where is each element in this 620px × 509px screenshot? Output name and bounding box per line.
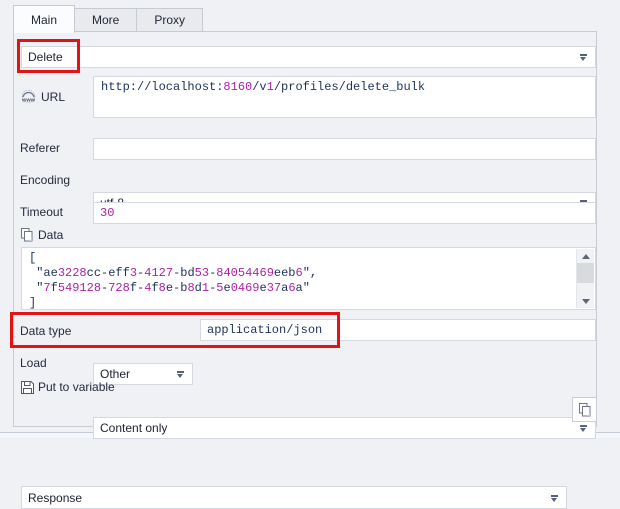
tab-main-label: Main — [31, 13, 57, 27]
tab-more-label: More — [92, 13, 119, 27]
data-content: [ "ae3228cc-eff3-4127-bd53-84054469eeb6"… — [29, 251, 317, 311]
tab-more[interactable]: More — [75, 8, 137, 32]
mime-type-value: application/json — [207, 323, 322, 337]
put-to-variable-dropdown[interactable]: Response — [21, 486, 567, 509]
scrollbar-thumb[interactable] — [577, 263, 594, 283]
scroll-down-button[interactable] — [577, 294, 594, 308]
copy-pages-icon — [578, 403, 592, 417]
data-scrollbar[interactable] — [576, 249, 594, 308]
mime-type-input[interactable]: application/json — [200, 319, 596, 341]
data-type-label: Data type — [20, 324, 71, 338]
tab-bar: Main More Proxy — [13, 5, 203, 32]
load-dropdown[interactable]: Content only — [93, 417, 596, 439]
scroll-up-button[interactable] — [577, 249, 594, 263]
globe-www-icon: www — [20, 89, 37, 105]
put-to-variable-label-text: Put to variable — [38, 380, 115, 394]
data-label-text: Data — [38, 228, 63, 242]
tab-proxy[interactable]: Proxy — [137, 8, 203, 32]
data-textarea[interactable]: [ "ae3228cc-eff3-4127-bd53-84054469eeb6"… — [21, 247, 596, 310]
load-label: Load — [20, 356, 47, 370]
caret-down-icon — [176, 371, 185, 378]
triangle-down-icon — [582, 299, 590, 304]
copy-pages-icon — [20, 228, 34, 242]
timeout-label: Timeout — [20, 205, 63, 219]
referer-label: Referer — [20, 141, 60, 155]
tab-main[interactable]: Main — [13, 5, 75, 33]
save-floppy-icon — [21, 381, 34, 394]
put-to-variable-value: Response — [28, 491, 82, 505]
url-textarea[interactable]: http://localhost:8160/v1/profiles/delete… — [93, 76, 596, 118]
load-dropdown-value: Content only — [100, 421, 167, 435]
method-dropdown[interactable]: Delete — [21, 46, 596, 68]
svg-text:www: www — [21, 98, 36, 104]
put-to-variable-label: Put to variable — [21, 380, 115, 394]
caret-down-icon — [579, 425, 588, 432]
copy-variable-button[interactable] — [572, 397, 597, 422]
data-type-dropdown-value: Other — [100, 367, 130, 381]
data-label: Data — [20, 228, 63, 242]
encoding-label: Encoding — [20, 173, 70, 187]
referer-input[interactable] — [93, 138, 596, 160]
caret-down-icon — [579, 54, 588, 61]
url-value: http://localhost:8160/v1/profiles/delete… — [101, 80, 425, 95]
timeout-input[interactable]: 30 — [93, 202, 596, 224]
caret-down-icon — [550, 495, 559, 502]
url-label-text: URL — [41, 90, 65, 104]
tab-proxy-label: Proxy — [154, 13, 185, 27]
method-dropdown-value: Delete — [28, 50, 63, 64]
triangle-up-icon — [582, 254, 590, 259]
url-label: www URL — [20, 89, 65, 105]
timeout-value: 30 — [100, 206, 114, 220]
